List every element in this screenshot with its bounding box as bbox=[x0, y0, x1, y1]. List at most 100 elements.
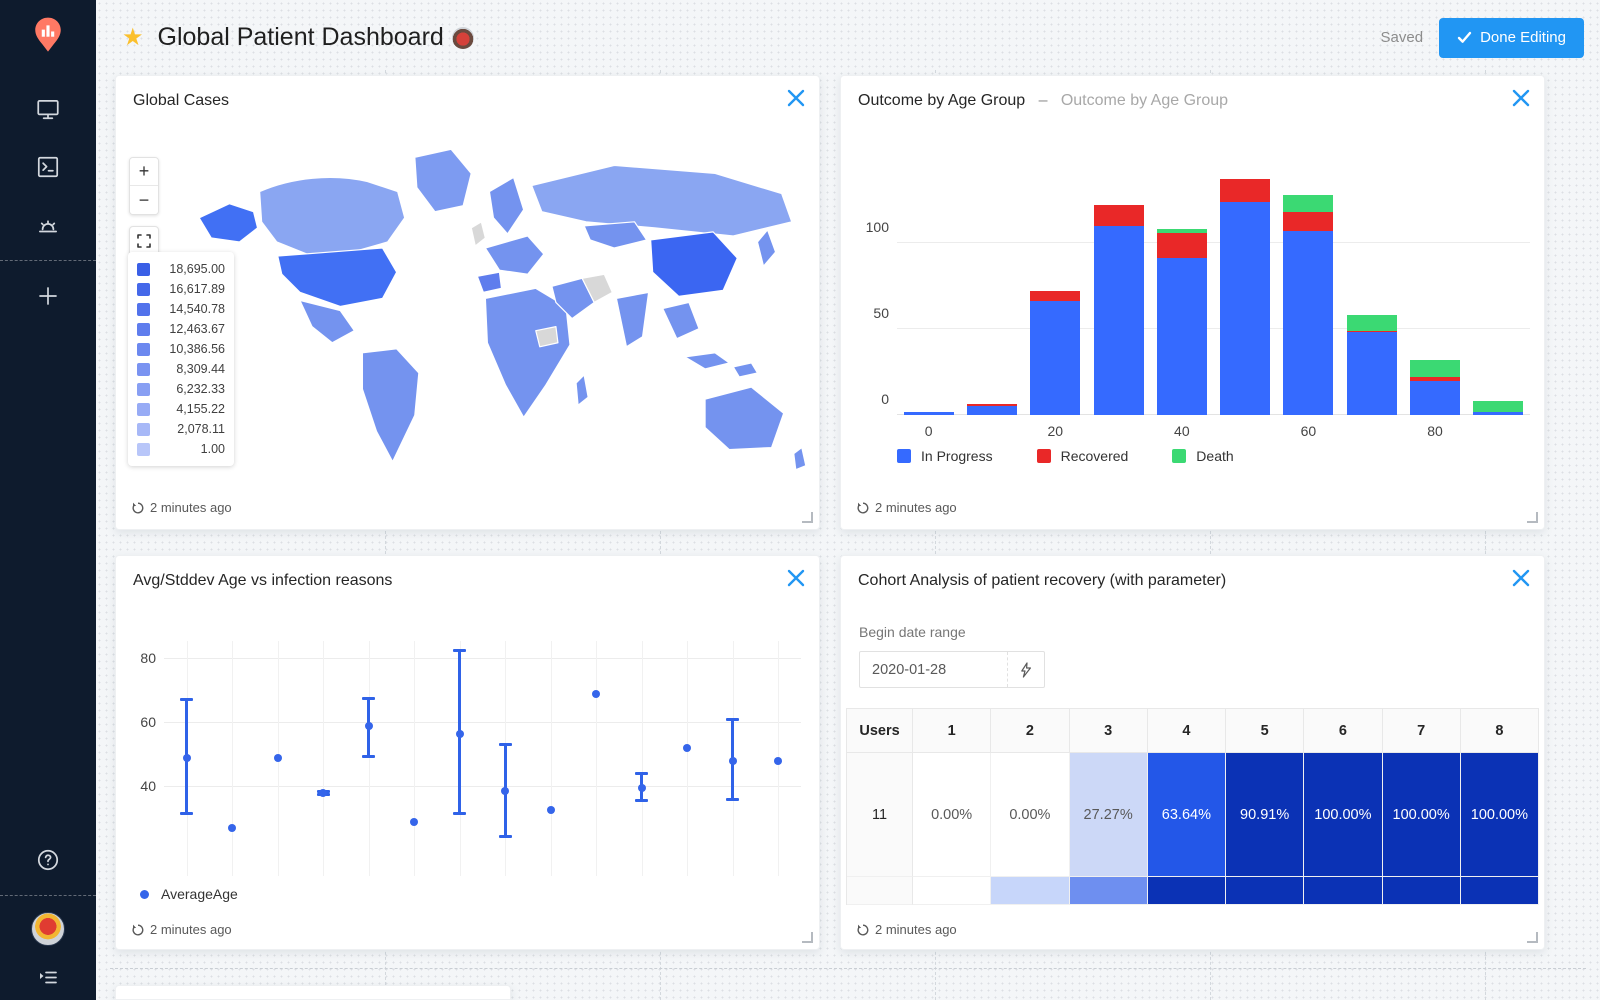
y-tick-label: 40 bbox=[140, 778, 156, 795]
y-tick-label: 100 bbox=[865, 219, 889, 235]
stacked-bar-age-0 bbox=[903, 411, 954, 415]
menu-unfold-icon[interactable] bbox=[0, 956, 96, 1000]
refresh-icon bbox=[132, 502, 144, 513]
check-icon bbox=[1457, 31, 1472, 43]
country-mexico bbox=[299, 299, 355, 344]
apply-parameter-button[interactable] bbox=[1007, 652, 1044, 687]
cohort-header-cell: 1 bbox=[913, 709, 992, 753]
death-segment bbox=[1410, 359, 1461, 378]
country-madagascar bbox=[575, 374, 589, 406]
in-progress-segment bbox=[903, 411, 954, 415]
x-tick-label: 0 bbox=[924, 423, 933, 439]
legend-value: 10,386.56 bbox=[169, 342, 225, 356]
stacked-bar-age-40 bbox=[1156, 229, 1207, 415]
country-canada bbox=[259, 176, 406, 255]
in-progress-segment bbox=[1156, 258, 1207, 415]
resize-handle[interactable] bbox=[1527, 932, 1538, 943]
y-tick-label: 60 bbox=[140, 714, 156, 731]
world-choropleth-map[interactable] bbox=[181, 128, 826, 493]
country-alaska bbox=[198, 203, 259, 243]
legend-item-recovered[interactable]: Recovered bbox=[1036, 448, 1128, 464]
map-zoom-in-button[interactable]: + bbox=[130, 158, 158, 186]
map-legend-item: 12,463.67 bbox=[137, 319, 225, 339]
stacked-bar-age-10 bbox=[966, 403, 1017, 415]
data-point bbox=[683, 744, 692, 752]
close-widget-icon[interactable] bbox=[785, 87, 807, 109]
favorite-star-icon[interactable]: ★ bbox=[122, 25, 144, 50]
data-point bbox=[182, 753, 191, 762]
gridline bbox=[164, 722, 801, 724]
gridline-vertical bbox=[323, 641, 325, 876]
cohort-header-cell: 3 bbox=[1069, 709, 1148, 753]
gridline bbox=[897, 328, 1530, 329]
done-editing-button[interactable]: Done Editing bbox=[1439, 17, 1584, 58]
country-greenland bbox=[414, 148, 472, 213]
country-sudan bbox=[535, 326, 559, 348]
cohort-cell: 0.00% bbox=[991, 753, 1070, 877]
country-china bbox=[650, 231, 738, 297]
close-widget-icon[interactable] bbox=[1510, 567, 1532, 589]
country-iberia bbox=[476, 271, 503, 293]
in-progress-segment bbox=[1030, 301, 1081, 415]
cohort-header-cell: 5 bbox=[1226, 709, 1305, 753]
create-new-icon[interactable] bbox=[0, 267, 96, 325]
in-progress-segment bbox=[966, 406, 1017, 415]
sidebar-divider-bottom bbox=[0, 895, 96, 896]
gridline-vertical bbox=[641, 641, 643, 876]
stacked-bar-age-30 bbox=[1093, 205, 1144, 415]
widget-outcome-by-age: Outcome by Age Group – Outcome by Age Gr… bbox=[840, 75, 1545, 530]
data-point bbox=[501, 787, 510, 796]
close-widget-icon[interactable] bbox=[1510, 87, 1532, 109]
data-point bbox=[273, 753, 282, 762]
map-zoom-out-button[interactable]: − bbox=[130, 186, 158, 214]
queries-icon[interactable] bbox=[0, 138, 96, 196]
refresh-status: 2 minutes ago bbox=[857, 500, 957, 515]
cohort-cell: 100.00% bbox=[1382, 753, 1461, 877]
recovered-segment bbox=[1220, 179, 1271, 202]
legend-value: 16,617.89 bbox=[169, 282, 225, 296]
country-japan bbox=[756, 229, 777, 267]
country-indonesia-east bbox=[732, 362, 759, 378]
data-point bbox=[364, 721, 373, 730]
cohort-header-cell: 7 bbox=[1382, 709, 1461, 753]
cohort-users-cell bbox=[847, 877, 913, 905]
legend-item-death[interactable]: Death bbox=[1172, 448, 1234, 464]
country-central-asia bbox=[583, 221, 648, 249]
begin-date-input[interactable] bbox=[860, 652, 1007, 687]
legend-swatch-icon bbox=[137, 382, 150, 396]
close-widget-icon[interactable] bbox=[785, 567, 807, 589]
country-australia bbox=[704, 386, 785, 451]
data-point bbox=[410, 817, 419, 826]
cohort-cell bbox=[1147, 877, 1226, 905]
data-point bbox=[774, 756, 783, 765]
widget-subtitle bbox=[1052, 92, 1056, 109]
resize-handle[interactable] bbox=[802, 512, 813, 523]
data-point bbox=[546, 806, 555, 815]
profile-avatar[interactable] bbox=[31, 912, 65, 946]
dashboards-icon[interactable] bbox=[0, 80, 96, 138]
cohort-cell bbox=[991, 877, 1070, 905]
legend-item-in-progress[interactable]: In Progress bbox=[897, 448, 993, 464]
country-scandinavia bbox=[488, 176, 525, 235]
resize-handle[interactable] bbox=[802, 932, 813, 943]
map-legend-item: 4,155.22 bbox=[137, 399, 225, 419]
scatter-legend-item[interactable]: AverageAge bbox=[140, 886, 238, 902]
legend-swatch-icon bbox=[137, 282, 150, 296]
redash-logo[interactable] bbox=[31, 16, 65, 56]
stacked-bar-age-80 bbox=[1410, 359, 1461, 415]
recovered-segment bbox=[1093, 205, 1144, 226]
legend-swatch-icon bbox=[137, 402, 150, 416]
stacked-bar-age-70 bbox=[1346, 315, 1397, 415]
cohort-cell bbox=[1069, 877, 1148, 905]
map-legend-item: 6,232.33 bbox=[137, 379, 225, 399]
legend-value: 1.00 bbox=[200, 442, 225, 456]
gridline bbox=[164, 658, 801, 660]
help-icon[interactable] bbox=[0, 831, 96, 889]
alerts-icon[interactable] bbox=[0, 196, 96, 254]
gridline-vertical bbox=[368, 641, 370, 876]
title-separator bbox=[1030, 92, 1034, 109]
gridline bbox=[897, 242, 1530, 243]
resize-handle[interactable] bbox=[1527, 512, 1538, 523]
legend-value: 14,540.78 bbox=[169, 302, 225, 316]
done-editing-label: Done Editing bbox=[1480, 29, 1566, 46]
